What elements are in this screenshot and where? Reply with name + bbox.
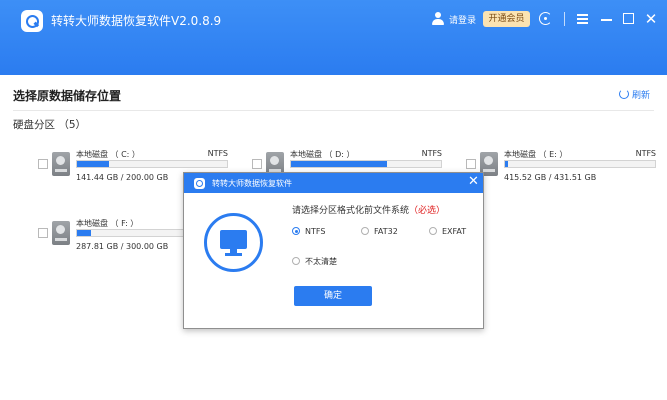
- minimize-icon[interactable]: [598, 10, 616, 28]
- partition-size: 141.44 GB / 200.00 GB: [76, 173, 169, 182]
- monitor-icon: [204, 213, 263, 272]
- partition-e[interactable]: 本地磁盘 （ E: ） NTFS 415.52 GB / 431.51 GB: [466, 145, 656, 185]
- refresh-icon[interactable]: [537, 10, 555, 28]
- partition-name: 本地磁盘 （ E: ）: [504, 150, 568, 159]
- vip-button[interactable]: 开通会员: [483, 11, 530, 27]
- dialog-title-bar: 转转大师数据恢复软件 ✕: [184, 173, 483, 193]
- required-note: （必选）: [409, 206, 446, 216]
- radio-button[interactable]: [429, 227, 437, 235]
- partition-filesystem: NTFS: [635, 149, 656, 158]
- app-title: 转转大师数据恢复软件V2.0.8.9: [51, 14, 222, 28]
- prompt-text: 请选择分区格式化前文件系统: [292, 206, 410, 216]
- partition-filesystem: NTFS: [421, 149, 442, 158]
- partition-size: 415.52 GB / 431.51 GB: [504, 173, 597, 182]
- partition-name: 本地磁盘 （ C: ）: [76, 150, 140, 159]
- radio-label: NTFS: [305, 227, 326, 236]
- radio-label: EXFAT: [442, 227, 467, 236]
- partition-checkbox[interactable]: [38, 228, 48, 238]
- usage-fill: [77, 230, 91, 236]
- refresh-icon: [619, 89, 629, 99]
- partition-checkbox[interactable]: [38, 159, 48, 169]
- radio-ntfs[interactable]: NTFS: [292, 227, 325, 236]
- partition-filesystem: NTFS: [207, 149, 228, 158]
- usage-bar: [504, 160, 656, 168]
- refresh-button[interactable]: 刷新: [619, 88, 650, 101]
- radio-button[interactable]: [292, 257, 300, 265]
- user-icon[interactable]: [432, 12, 444, 25]
- partition-checkbox[interactable]: [466, 159, 476, 169]
- disk-partition-heading: 硬盘分区 （5）: [13, 119, 87, 131]
- app-logo-icon: [194, 178, 205, 189]
- header-separator: [564, 12, 565, 26]
- close-icon[interactable]: ✕: [642, 10, 660, 28]
- refresh-label: 刷新: [632, 91, 651, 101]
- usage-fill: [291, 161, 387, 167]
- login-link[interactable]: 请登录: [449, 13, 476, 26]
- partition-name: 本地磁盘 （ F: ）: [76, 219, 139, 228]
- usage-fill: [77, 161, 109, 167]
- divider: [13, 110, 654, 111]
- dialog-close-icon[interactable]: ✕: [468, 175, 479, 189]
- radio-label: FAT32: [374, 227, 398, 236]
- usage-fill: [505, 161, 508, 167]
- usage-bar: [76, 160, 228, 168]
- hard-drive-icon: [52, 152, 70, 176]
- title-bar: 转转大师数据恢复软件V2.0.8.9 请登录 开通会员 ✕: [0, 0, 667, 75]
- dialog-title: 转转大师数据恢复软件: [212, 179, 292, 188]
- partition-checkbox[interactable]: [252, 159, 262, 169]
- filesystem-dialog: 转转大师数据恢复软件 ✕ 请选择分区格式化前文件系统（必选） NTFS FAT3…: [183, 172, 484, 329]
- radio-unsure[interactable]: 不太清楚: [292, 256, 337, 267]
- menu-icon[interactable]: [574, 10, 592, 28]
- usage-bar: [290, 160, 442, 168]
- radio-label: 不太清楚: [305, 257, 337, 266]
- confirm-button[interactable]: 确定: [294, 286, 372, 306]
- maximize-icon[interactable]: [620, 10, 638, 28]
- app-logo-icon: [21, 10, 43, 32]
- radio-button[interactable]: [292, 227, 300, 235]
- partition-name: 本地磁盘 （ D: ）: [290, 150, 355, 159]
- partition-size: 287.81 GB / 300.00 GB: [76, 242, 169, 251]
- page-title: 选择原数据储存位置: [13, 89, 122, 103]
- radio-exfat[interactable]: EXFAT: [429, 227, 466, 236]
- radio-button[interactable]: [361, 227, 369, 235]
- radio-fat32[interactable]: FAT32: [361, 227, 398, 236]
- dialog-prompt: 请选择分区格式化前文件系统（必选）: [292, 203, 445, 216]
- hard-drive-icon: [52, 221, 70, 245]
